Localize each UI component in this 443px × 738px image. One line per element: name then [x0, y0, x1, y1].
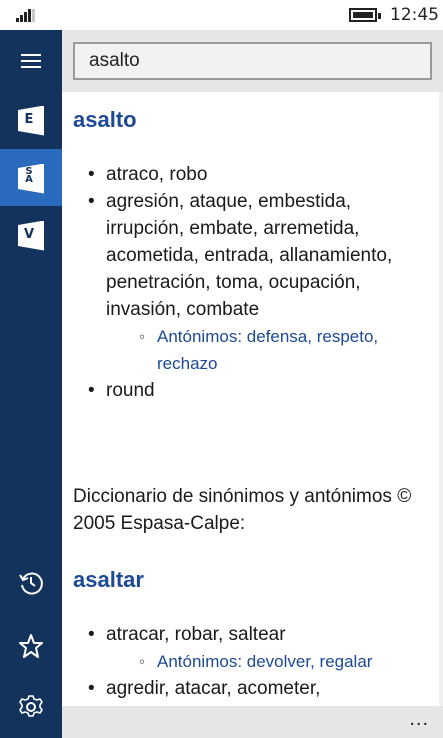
dictionary-book-icon: S A [18, 161, 44, 195]
sense-list: atraco, robo agresión, ataque, embestida… [88, 161, 426, 404]
sidebar: E S A V [0, 30, 62, 738]
source-citation: Diccionario de sinónimos y antónimos © 2… [73, 486, 412, 534]
dictionary-book-icon: V [18, 218, 44, 252]
entry-word: asaltar [73, 567, 144, 592]
scrollbar[interactable] [439, 92, 443, 706]
sidebar-item-dictionary-e[interactable]: E [0, 91, 62, 148]
favorites-button[interactable] [0, 617, 62, 674]
clock: 12:45 [390, 5, 439, 25]
search-bar [62, 30, 443, 92]
history-icon [19, 572, 43, 594]
sidebar-item-dictionary-sa[interactable]: S A [0, 149, 62, 206]
entry-word: asalto [73, 107, 137, 132]
gear-icon [19, 694, 43, 717]
antonyms-link[interactable]: Antónimos: devolver, regalar [139, 648, 426, 675]
dictionary-book-icon: E [18, 103, 44, 137]
star-icon [19, 633, 43, 658]
hamburger-icon [21, 53, 41, 68]
antonyms-link[interactable]: Antónimos: defensa, respeto, rechazo [139, 323, 426, 377]
signal-icon [16, 8, 36, 22]
sense-list: atracar, robar, saltear Antónimos: devol… [88, 621, 426, 702]
battery-icon [349, 8, 377, 22]
sense-item: atracar, robar, saltear Antónimos: devol… [88, 621, 426, 675]
history-button[interactable] [0, 554, 62, 611]
menu-button[interactable] [0, 32, 62, 89]
more-button[interactable]: ... [409, 708, 429, 731]
search-input[interactable] [75, 44, 430, 78]
sense-item: atraco, robo [88, 161, 426, 188]
search-box [73, 42, 432, 80]
sense-item: agresión, ataque, embestida, irrupción, … [88, 188, 426, 377]
settings-button[interactable] [0, 678, 62, 735]
status-bar: 12:45 [0, 0, 443, 30]
sidebar-item-dictionary-v[interactable]: V [0, 206, 62, 263]
definition-content[interactable]: asalto atraco, robo agresión, ataque, em… [62, 92, 443, 706]
sense-item: round [88, 377, 426, 404]
battery-tip-icon [378, 13, 381, 19]
app-bar: ... [62, 706, 443, 738]
sense-item: agredir, atacar, acometer, [88, 675, 426, 702]
